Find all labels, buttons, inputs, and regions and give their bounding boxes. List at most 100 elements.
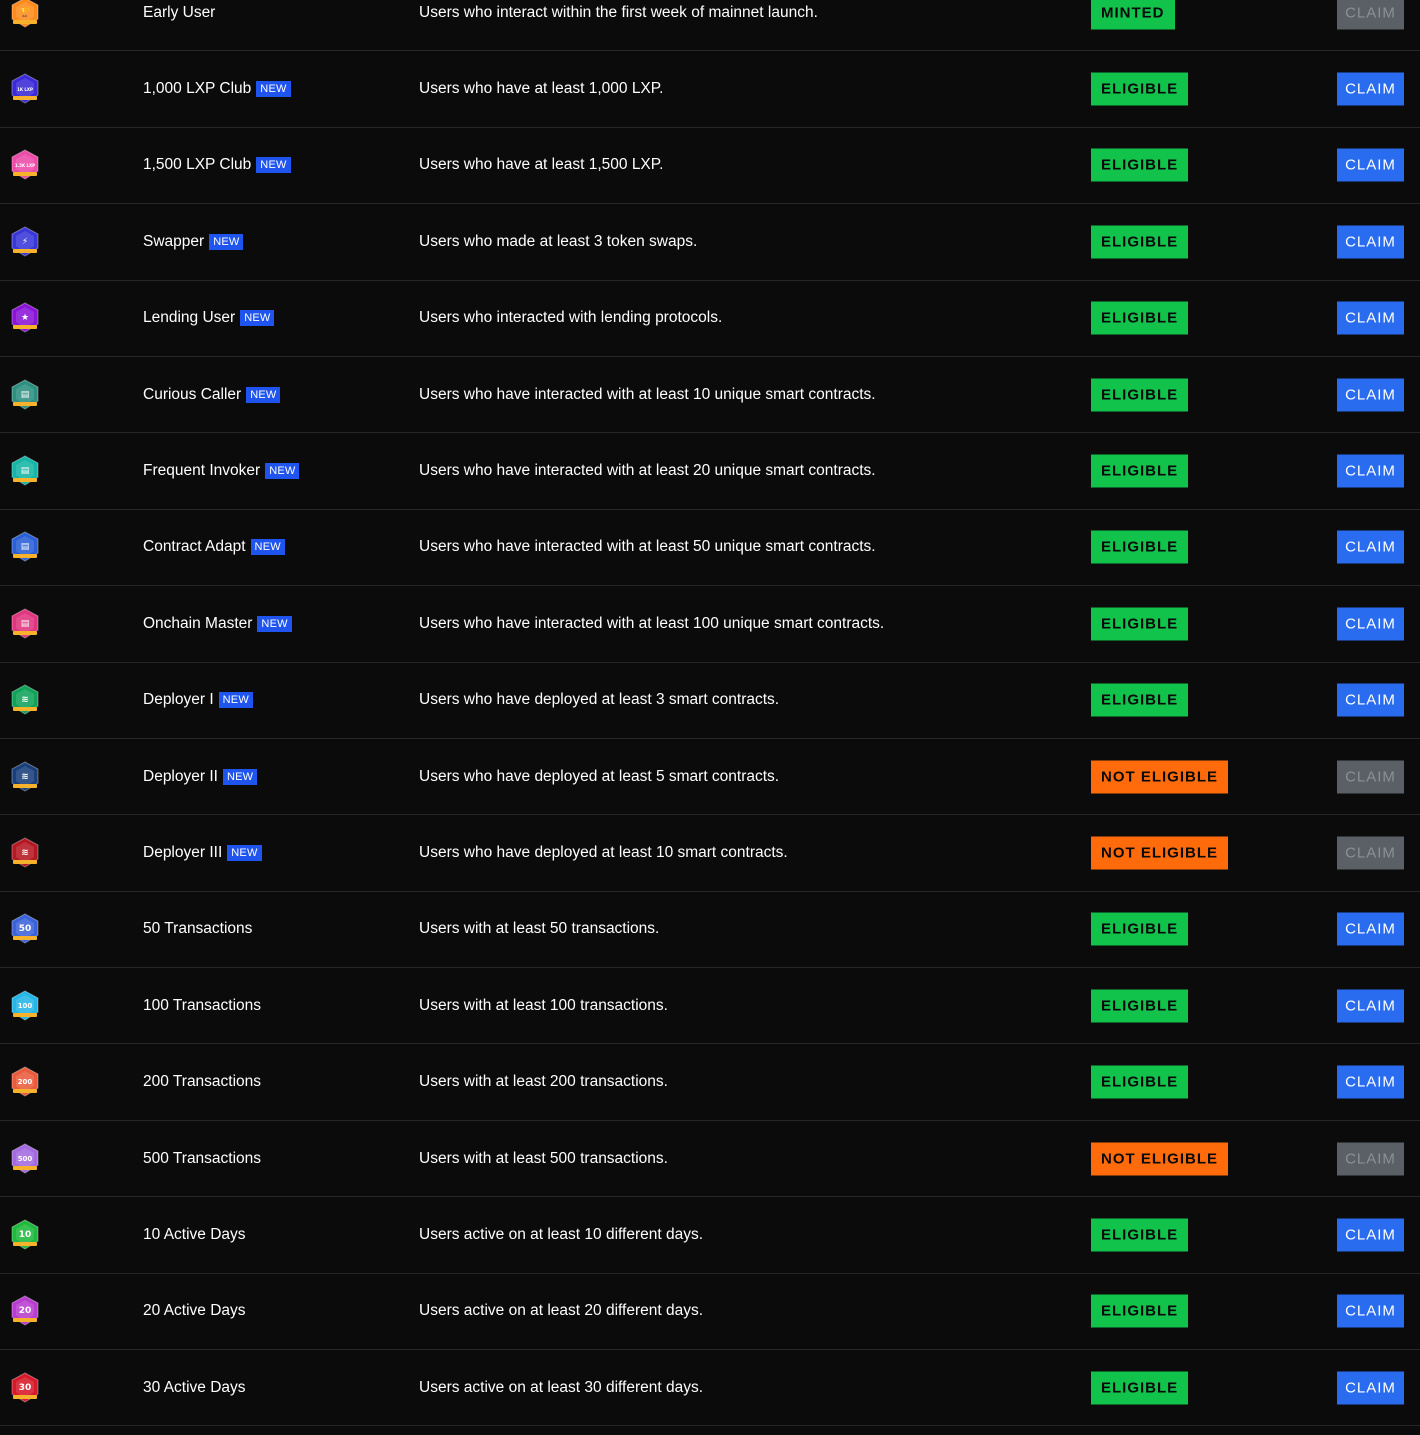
svg-text:≋: ≋ (21, 695, 29, 705)
new-tag: NEW (256, 81, 291, 98)
claim-button[interactable]: CLAIM (1337, 1294, 1404, 1328)
status-badge: ELIGIBLE (1091, 301, 1189, 335)
claim-button[interactable]: CLAIM (1337, 378, 1404, 412)
badge-row: 1.5K LXP 1,500 LXP Club NEW Users who ha… (0, 128, 1420, 205)
badge-name: 200 Transactions (143, 1073, 262, 1091)
status-badge: ELIGIBLE (1091, 530, 1189, 564)
badge-name: 1,500 LXP Club (143, 156, 252, 174)
new-tag: NEW (256, 157, 291, 174)
badge-row: 10 10 Active Days Users active on at lea… (0, 1197, 1420, 1274)
badge-row: 50 50 Transactions Users with at least 5… (0, 892, 1420, 969)
claim-button[interactable]: CLAIM (1337, 148, 1404, 182)
svg-text:30: 30 (19, 1383, 32, 1393)
badge-row: ≋ Deployer II NEW Users who have deploye… (0, 739, 1420, 816)
badge-name: Deployer III (143, 843, 223, 861)
badge-row: 200 200 Transactions Users with at least… (0, 1044, 1420, 1121)
claim-button[interactable]: CLAIM (1337, 836, 1404, 870)
tx-50-badge-icon: 50 (11, 913, 39, 944)
claim-button[interactable]: CLAIM (1337, 1371, 1404, 1405)
badge-row: ▤ Onchain Master NEW Users who have inte… (0, 586, 1420, 663)
claim-button[interactable]: CLAIM (1337, 1218, 1404, 1252)
svg-text:≋: ≋ (21, 772, 29, 782)
lxp-1500-badge-icon: 1.5K LXP (11, 149, 39, 181)
svg-text:50: 50 (19, 924, 32, 934)
badge-name-cell: Early User (143, 4, 215, 22)
claim-button[interactable]: CLAIM (1337, 760, 1404, 794)
badge-name-cell: 200 Transactions (143, 1073, 261, 1091)
status-badge: ELIGIBLE (1091, 989, 1189, 1023)
badge-name: 30 Active Days (143, 1378, 246, 1396)
claim-button[interactable]: CLAIM (1337, 683, 1404, 717)
badge-description: Users who interact within the first week… (419, 3, 818, 21)
new-tag: NEW (209, 233, 244, 250)
badge-row: ▤ Frequent Invoker NEW Users who have in… (0, 433, 1420, 510)
badge-row: ≋ Deployer I NEW Users who have deployed… (0, 663, 1420, 739)
status-badge: ELIGIBLE (1091, 1371, 1189, 1405)
svg-text:500: 500 (18, 1155, 33, 1163)
badge-description: Users active on at least 20 different da… (419, 1302, 704, 1320)
badge-name: 20 Active Days (143, 1302, 246, 1320)
badge-description: Users who have interacted with at least … (419, 462, 876, 480)
badge-row: 500 500 Transactions Users with at least… (0, 1121, 1420, 1198)
claim-button[interactable]: CLAIM (1337, 0, 1404, 30)
badge-description: Users who have deployed at least 5 smart… (419, 767, 780, 785)
svg-text:▤: ▤ (21, 542, 30, 552)
svg-text:100: 100 (18, 1002, 33, 1010)
svg-text:▤: ▤ (21, 466, 30, 476)
badge-description: Users who have at least 1,000 LXP. (419, 80, 664, 98)
status-badge: ELIGIBLE (1091, 72, 1189, 106)
new-tag: NEW (240, 310, 275, 327)
claim-button[interactable]: CLAIM (1337, 912, 1404, 946)
svg-text:🏆: 🏆 (19, 6, 30, 18)
badge-description: Users who have deployed at least 3 smart… (419, 691, 780, 709)
tx-500-badge-icon: 500 (11, 1142, 39, 1174)
badge-name-cell: 10 Active Days (143, 1226, 246, 1244)
badge-name: Early User (143, 3, 216, 21)
badge-name-cell: 500 Transactions (143, 1150, 261, 1168)
badge-name: 10 Active Days (143, 1225, 246, 1243)
svg-text:200: 200 (18, 1078, 33, 1086)
lxp-1000-badge-icon: 1K LXP (11, 73, 39, 104)
status-badge: ELIGIBLE (1091, 454, 1189, 488)
new-tag: NEW (222, 768, 258, 785)
status-badge: ELIGIBLE (1091, 683, 1189, 717)
badge-description: Users who made at least 3 token swaps. (419, 232, 698, 250)
badge-name: Contract Adapt (143, 538, 246, 556)
badges-table: 🏆 Early User Users who interact within t… (0, 0, 1420, 1427)
badge-name: Frequent Invoker (143, 462, 261, 480)
claim-button[interactable]: CLAIM (1337, 72, 1404, 106)
svg-text:⚡: ⚡ (22, 237, 28, 247)
badge-name-cell: 30 Active Days (143, 1379, 246, 1397)
badge-name: 100 Transactions (143, 996, 262, 1014)
badge-description: Users who interacted with lending protoc… (419, 309, 723, 327)
badge-description: Users who have deployed at least 10 smar… (419, 843, 788, 861)
badge-name-cell: 1,000 LXP Club NEW (143, 80, 291, 98)
claim-button[interactable]: CLAIM (1337, 989, 1404, 1023)
status-badge: ELIGIBLE (1091, 225, 1189, 259)
claim-button[interactable]: CLAIM (1337, 1065, 1404, 1099)
status-badge: ELIGIBLE (1091, 912, 1189, 946)
badge-name-cell: 1,500 LXP Club NEW (143, 156, 291, 174)
claim-button[interactable]: CLAIM (1337, 1142, 1404, 1176)
svg-text:20: 20 (19, 1306, 32, 1316)
badge-name-cell: Contract Adapt NEW (143, 538, 285, 556)
new-tag: NEW (250, 539, 285, 556)
claim-button[interactable]: CLAIM (1337, 454, 1404, 488)
badge-name: 500 Transactions (143, 1149, 262, 1167)
badge-row: ▤ Curious Caller NEW Users who have inte… (0, 357, 1420, 434)
badge-row: ▤ Contract Adapt NEW Users who have inte… (0, 510, 1420, 587)
active-30-badge-icon: 30 (11, 1372, 39, 1403)
lending-badge-icon: ★ (11, 302, 39, 333)
badge-name: 50 Transactions (143, 920, 253, 938)
claim-button[interactable]: CLAIM (1337, 301, 1404, 335)
badge-name-cell: Lending User NEW (143, 309, 275, 327)
svg-text:▤: ▤ (21, 390, 30, 400)
status-badge: NOT ELIGIBLE (1091, 1142, 1228, 1176)
claim-button[interactable]: CLAIM (1337, 225, 1404, 259)
badge-name: Swapper (143, 232, 205, 250)
claim-button[interactable]: CLAIM (1337, 607, 1404, 641)
contract-20-badge-icon: ▤ (11, 455, 39, 486)
status-badge: ELIGIBLE (1091, 148, 1189, 182)
active-20-badge-icon: 20 (11, 1295, 39, 1326)
claim-button[interactable]: CLAIM (1337, 530, 1404, 564)
